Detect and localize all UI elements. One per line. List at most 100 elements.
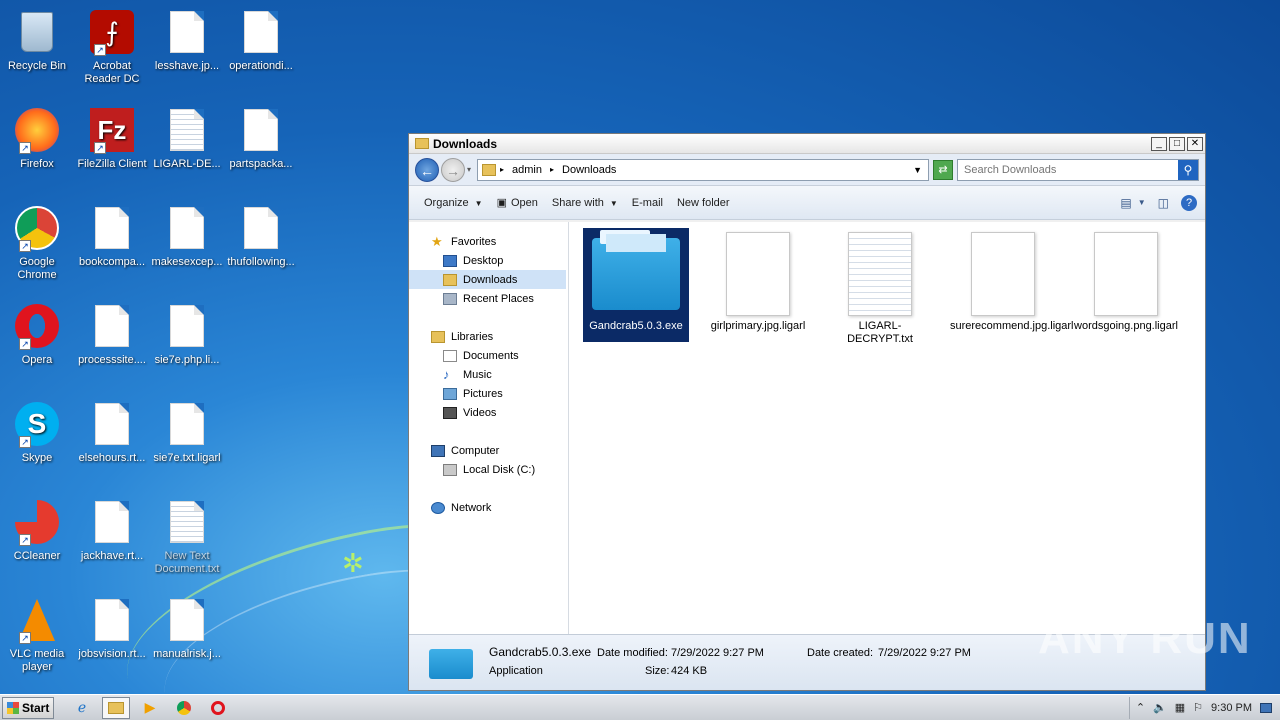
file-list[interactable]: Gandcrab5.0.3.exe girlprimary.jpg.ligarl… [569,222,1205,634]
nav-recent-places[interactable]: Recent Places [409,289,568,308]
open-button[interactable]: ▣ Open [490,192,545,213]
desktop-icon-file[interactable]: manualrisk.j... [150,596,224,661]
maximize-button[interactable]: □ [1169,136,1185,151]
forward-button[interactable]: → [441,157,465,182]
share-with-label: Share with [551,196,604,209]
network-tray-icon[interactable]: ▦ [1175,701,1185,714]
title-bar[interactable]: Downloads _ □ ✕ [409,134,1205,154]
file-icon [170,305,204,347]
show-desktop-icon[interactable] [1260,702,1272,713]
close-button[interactable]: ✕ [1187,136,1203,151]
email-button[interactable]: E-mail [625,193,670,213]
clock[interactable]: 9:30 PM [1211,702,1252,714]
show-hidden-icons-icon[interactable]: ⌃ [1136,701,1145,714]
breadcrumb-downloads[interactable]: Downloads [562,164,616,176]
help-icon[interactable]: ? [1181,194,1197,211]
desktop-icon-file[interactable]: elsehours.rt... [75,400,149,465]
shortcut-arrow-icon: ↗ [94,44,106,56]
desktop-icon-chrome[interactable]: ↗ Google Chrome [0,204,74,282]
file-icon [170,207,204,249]
desktop-icon-skype[interactable]: S ↗ Skype [0,400,74,465]
desktop-icon-label: bookcompa... [78,256,146,268]
desktop-icon-filezilla[interactable]: Fz ↗ FileZilla Client [75,106,149,171]
nav-music[interactable]: ♪ Music [409,365,568,384]
nav-favorites[interactable]: ★ Favorites [409,232,568,251]
nav-local-disk[interactable]: Local Disk (C:) [409,460,568,479]
nav-libraries[interactable]: Libraries [409,327,568,346]
desktop-icon-file[interactable]: jobsvision.rt... [75,596,149,661]
desktop-icon-label: LIGARL-DE... [153,158,221,170]
desktop-icon-file[interactable]: bookcompa... [75,204,149,269]
file-item[interactable]: surerecommend.jpg.ligarl [950,228,1074,333]
explorer-window[interactable]: Downloads _ □ ✕ ← → ▾ ▸ admin ▸ Download… [408,133,1206,691]
desktop-icon-ccleaner[interactable]: ↗ CCleaner [0,498,74,563]
desktop-icon-file[interactable]: operationdi... [224,8,298,73]
nav-label: Documents [463,349,519,362]
breadcrumb-admin[interactable]: admin [512,164,542,176]
desktop-icon-recycle-bin[interactable]: Recycle Bin [0,8,74,73]
breadcrumb-arrow-icon[interactable]: ▸ [500,165,504,174]
nav-videos[interactable]: Videos [409,403,568,422]
watermark: ANY RUN [1038,614,1252,663]
navigation-pane[interactable]: ★ Favorites Desktop Downloads Recent Plac… [409,222,569,634]
desktop-icon-acrobat[interactable]: ⨍ ↗ Acrobat Reader DC [75,8,149,86]
desktop-icon-file[interactable]: sie7e.php.li... [150,302,224,367]
dropdown-arrow-icon: ▼ [609,198,618,208]
breadcrumb-arrow-icon[interactable]: ▸ [550,165,554,174]
nav-documents[interactable]: Documents [409,346,568,365]
file-name: girlprimary.jpg.ligarl [710,320,806,332]
file-icon [170,11,204,53]
desktop-icon-file[interactable]: makesexcep... [150,204,224,269]
start-button[interactable]: Start [2,696,54,719]
refresh-button[interactable]: ⇄ [933,159,953,180]
shortcut-arrow-icon: ↗ [19,632,31,644]
share-with-button[interactable]: Share with ▼ [545,193,625,213]
recent-pages-dropdown[interactable]: ▾ [467,165,471,174]
nav-pictures[interactable]: Pictures [409,384,568,403]
ie-icon[interactable]: ℯ [68,697,96,719]
file-item[interactable]: LIGARL-DECRYPT.txt [827,228,933,346]
file-item-gandcrab[interactable]: Gandcrab5.0.3.exe [583,228,689,342]
nav-computer[interactable]: Computer [409,441,568,460]
computer-icon [431,444,445,457]
desktop-icon-file[interactable]: partspacka... [224,106,298,171]
desktop-icon-file[interactable]: processsite.... [75,302,149,367]
desktop-icon-file[interactable]: jackhave.rt... [75,498,149,563]
chrome-icon [177,700,191,715]
minimize-button[interactable]: _ [1151,136,1167,151]
nav-label: Computer [451,444,500,457]
file-item[interactable]: wordsgoing.png.ligarl [1073,228,1179,333]
desktop-icon-file[interactable]: LIGARL-DE... [150,106,224,171]
explorer-taskbar-icon[interactable] [102,696,130,719]
nav-desktop[interactable]: Desktop [409,251,568,270]
action-center-flag-icon[interactable]: ⚐ [1193,701,1203,714]
nav-network[interactable]: Network [409,498,568,517]
local-disk-icon [443,463,457,476]
address-dropdown-icon[interactable]: ▼ [913,165,922,175]
organize-button[interactable]: Organize ▼ [417,193,490,213]
view-dropdown-icon[interactable]: ▼ [1138,198,1146,207]
desktop-icon-file[interactable]: New Text Document.txt [150,498,224,576]
media-player-icon[interactable]: ▶ [136,697,164,719]
desktop-icon-opera[interactable]: ↗ Opera [0,302,74,367]
search-icon[interactable]: ⚲ [1178,159,1198,180]
change-view-icon[interactable]: ▤ [1120,196,1131,210]
desktop-icon-vlc[interactable]: ↗ VLC media player [0,596,74,674]
file-item[interactable]: girlprimary.jpg.ligarl [705,228,811,333]
search-box[interactable]: ⚲ [957,158,1199,181]
chrome-taskbar-icon[interactable] [170,697,198,719]
desktop-icon-file[interactable]: sie7e.txt.ligarl [150,400,224,465]
address-field[interactable]: ▸ admin ▸ Downloads ▼ [477,158,929,181]
desktop-icon-firefox[interactable]: ↗ Firefox [0,106,74,171]
volume-icon[interactable]: 🔈 [1153,701,1167,714]
nav-downloads[interactable]: Downloads [409,270,566,289]
search-input[interactable] [958,163,1178,176]
text-file-icon [170,109,204,151]
nav-label: Downloads [463,273,518,286]
desktop-icon-file[interactable]: lesshave.jp... [150,8,224,73]
new-folder-button[interactable]: New folder [670,193,737,213]
desktop-icon-file[interactable]: thufollowing... [224,204,298,269]
opera-taskbar-icon[interactable] [204,697,232,719]
preview-pane-icon[interactable]: ◫ [1158,196,1169,210]
back-button[interactable]: ← [415,157,439,182]
